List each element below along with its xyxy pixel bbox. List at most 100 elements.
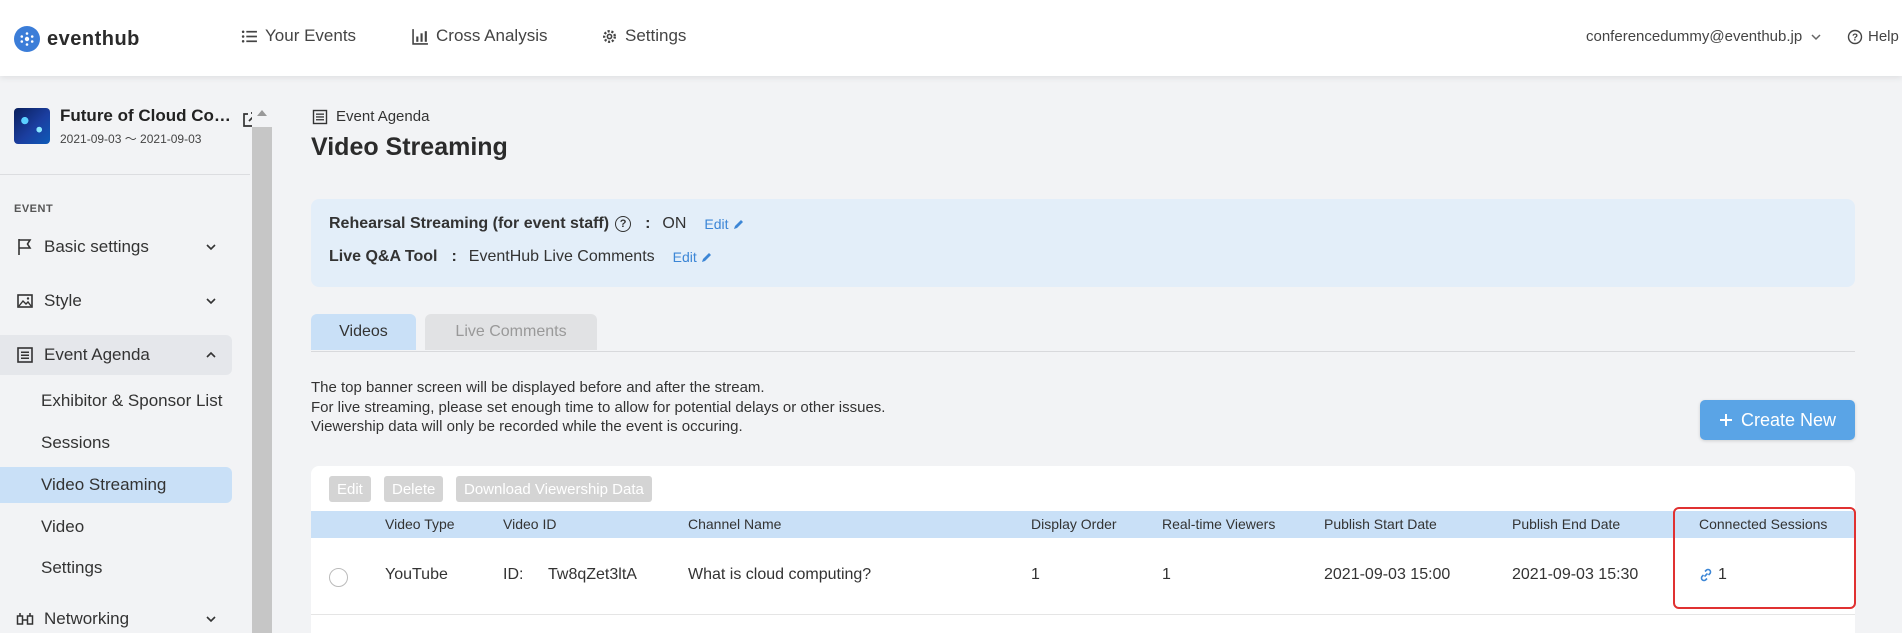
cell-video-id: Tw8qZet3ltA bbox=[548, 566, 637, 583]
edit-label: Edit bbox=[672, 249, 697, 265]
question-circle-icon[interactable]: ? bbox=[615, 216, 632, 232]
qa-edit-link[interactable]: Edit bbox=[673, 249, 713, 265]
annotation-highlight-box bbox=[1673, 507, 1856, 609]
sidebar-item-label: Basic settings bbox=[44, 237, 149, 256]
sidebar-item-networking[interactable]: Networking bbox=[0, 599, 232, 633]
qa-label: Live Q&A Tool bbox=[329, 248, 438, 265]
tab-videos[interactable]: Videos bbox=[311, 314, 416, 350]
breadcrumb-label: Event Agenda bbox=[336, 108, 430, 125]
help-circle-icon: ? bbox=[1847, 29, 1863, 44]
eventhub-logo[interactable]: eventhub bbox=[14, 26, 140, 52]
column-realtime-viewers[interactable]: Real-time Viewers bbox=[1162, 516, 1275, 532]
column-video-type[interactable]: Video Type bbox=[385, 516, 455, 532]
nav-cross-analysis[interactable]: Cross Analysis bbox=[412, 26, 547, 46]
sidebar-section-label: EVENT bbox=[14, 203, 54, 215]
event-header: Future of Cloud Computing 2021-09-03 ～ 2… bbox=[14, 106, 258, 152]
note-line: The top banner screen will be displayed … bbox=[311, 379, 765, 396]
cell-channel-name: What is cloud computing? bbox=[688, 566, 872, 583]
plus-icon bbox=[1719, 414, 1732, 426]
tab-live-comments[interactable]: Live Comments bbox=[425, 314, 597, 350]
chevron-down-icon bbox=[206, 298, 216, 305]
chevron-down-icon bbox=[206, 616, 216, 623]
breadcrumb: Event Agenda bbox=[312, 108, 429, 125]
colon: : bbox=[451, 248, 457, 265]
gear-icon bbox=[603, 29, 616, 43]
cell-realtime-viewers: 1 bbox=[1162, 566, 1171, 583]
column-channel-name[interactable]: Channel Name bbox=[688, 516, 781, 532]
networking-icon bbox=[16, 613, 34, 625]
sidebar-item-label: Networking bbox=[44, 609, 130, 628]
help-label: Help bbox=[1868, 28, 1899, 45]
list-icon bbox=[241, 29, 257, 43]
qa-tool-row: Live Q&A Tool : EventHub Live Comments E… bbox=[329, 248, 713, 266]
column-publish-end[interactable]: Publish End Date bbox=[1512, 516, 1620, 532]
logo-icon bbox=[14, 26, 40, 52]
rehearsal-label: Rehearsal Streaming (for event staff) bbox=[329, 215, 610, 232]
user-email: conferencedummy@eventhub.jp bbox=[1586, 28, 1803, 45]
cell-publish-end: 2021-09-03 15:30 bbox=[1512, 566, 1639, 583]
pencil-icon bbox=[701, 252, 711, 262]
page-title: Video Streaming bbox=[311, 133, 508, 161]
delete-button[interactable]: Delete bbox=[384, 476, 444, 502]
qa-value: EventHub Live Comments bbox=[468, 248, 655, 265]
column-display-order[interactable]: Display Order bbox=[1031, 516, 1117, 532]
user-menu[interactable]: conferencedummy@eventhub.jp bbox=[1586, 28, 1822, 45]
cell-display-order: 1 bbox=[1031, 566, 1040, 583]
sidebar-scrollbar-thumb[interactable] bbox=[252, 127, 272, 633]
scroll-up-arrow-icon[interactable] bbox=[256, 108, 268, 118]
sidebar-item-style[interactable]: Style bbox=[0, 281, 232, 321]
nav-cross-analysis-label: Cross Analysis bbox=[436, 26, 548, 45]
event-dates: 2021-09-03 ～ 2021-09-03 bbox=[60, 132, 202, 146]
agenda-list-icon bbox=[17, 347, 33, 363]
create-new-label: Create New bbox=[1740, 409, 1837, 430]
column-video-id[interactable]: Video ID bbox=[503, 516, 556, 532]
chevron-down-icon bbox=[206, 244, 216, 251]
sidebar-divider bbox=[0, 174, 250, 175]
cell-video-type: YouTube bbox=[385, 566, 448, 583]
nav-your-events-label: Your Events bbox=[265, 26, 357, 45]
event-thumbnail bbox=[14, 108, 50, 144]
sidebar-subitem-video-streaming[interactable]: Video Streaming bbox=[0, 467, 232, 503]
row-divider bbox=[311, 614, 1855, 615]
sidebar-subitem-exhibitor-sponsor-list[interactable]: Exhibitor & Sponsor List bbox=[0, 383, 232, 419]
rehearsal-row: Rehearsal Streaming (for event staff) ? … bbox=[329, 215, 745, 233]
sidebar-item-label: Style bbox=[44, 291, 82, 310]
tab-divider bbox=[311, 351, 1855, 352]
top-navbar: eventhub Your Events Cross Analysis Sett… bbox=[0, 0, 1902, 76]
streaming-info-panel: Rehearsal Streaming (for event staff) ? … bbox=[311, 199, 1855, 287]
svg-text:?: ? bbox=[1852, 32, 1858, 43]
note-line: For live streaming, please set enough ti… bbox=[311, 398, 886, 416]
chevron-down-icon bbox=[1811, 33, 1821, 40]
sidebar-subitem-video[interactable]: Video bbox=[0, 509, 232, 545]
edit-button[interactable]: Edit bbox=[329, 476, 371, 502]
brand-name: eventhub bbox=[47, 27, 140, 50]
agenda-list-icon bbox=[312, 109, 328, 124]
row-select-radio[interactable] bbox=[329, 568, 348, 587]
cell-publish-start: 2021-09-03 15:00 bbox=[1324, 566, 1451, 583]
flag-icon bbox=[18, 239, 32, 255]
sidebar-item-basic-settings[interactable]: Basic settings bbox=[0, 227, 232, 267]
event-title: Future of Cloud Computing bbox=[60, 106, 235, 125]
colon: : bbox=[645, 215, 651, 232]
create-new-button[interactable]: Create New bbox=[1700, 400, 1855, 440]
sidebar-item-event-agenda[interactable]: Event Agenda bbox=[0, 335, 232, 375]
nav-settings-label: Settings bbox=[625, 26, 687, 45]
image-icon bbox=[17, 294, 33, 308]
sidebar-subitem-sessions[interactable]: Sessions bbox=[0, 425, 232, 461]
pencil-icon bbox=[733, 219, 743, 229]
column-publish-start[interactable]: Publish Start Date bbox=[1324, 516, 1437, 532]
nav-your-events[interactable]: Your Events bbox=[241, 26, 356, 46]
streaming-notes: The top banner screen will be displayed … bbox=[311, 378, 885, 437]
nav-settings[interactable]: Settings bbox=[601, 26, 686, 46]
sidebar-item-label: Event Agenda bbox=[44, 345, 150, 364]
help-link[interactable]: ? Help bbox=[1847, 28, 1899, 45]
cell-video-id-prefix: ID: bbox=[503, 566, 524, 583]
sidebar: Future of Cloud Computing 2021-09-03 ～ 2… bbox=[0, 76, 258, 633]
download-viewership-button[interactable]: Download Viewership Data bbox=[456, 476, 652, 502]
chevron-up-icon bbox=[206, 351, 216, 358]
edit-label: Edit bbox=[704, 216, 729, 232]
rehearsal-value: ON bbox=[662, 215, 687, 232]
sidebar-subitem-settings[interactable]: Settings bbox=[0, 550, 232, 586]
rehearsal-edit-link[interactable]: Edit bbox=[704, 216, 744, 232]
bar-chart-icon bbox=[412, 28, 428, 45]
